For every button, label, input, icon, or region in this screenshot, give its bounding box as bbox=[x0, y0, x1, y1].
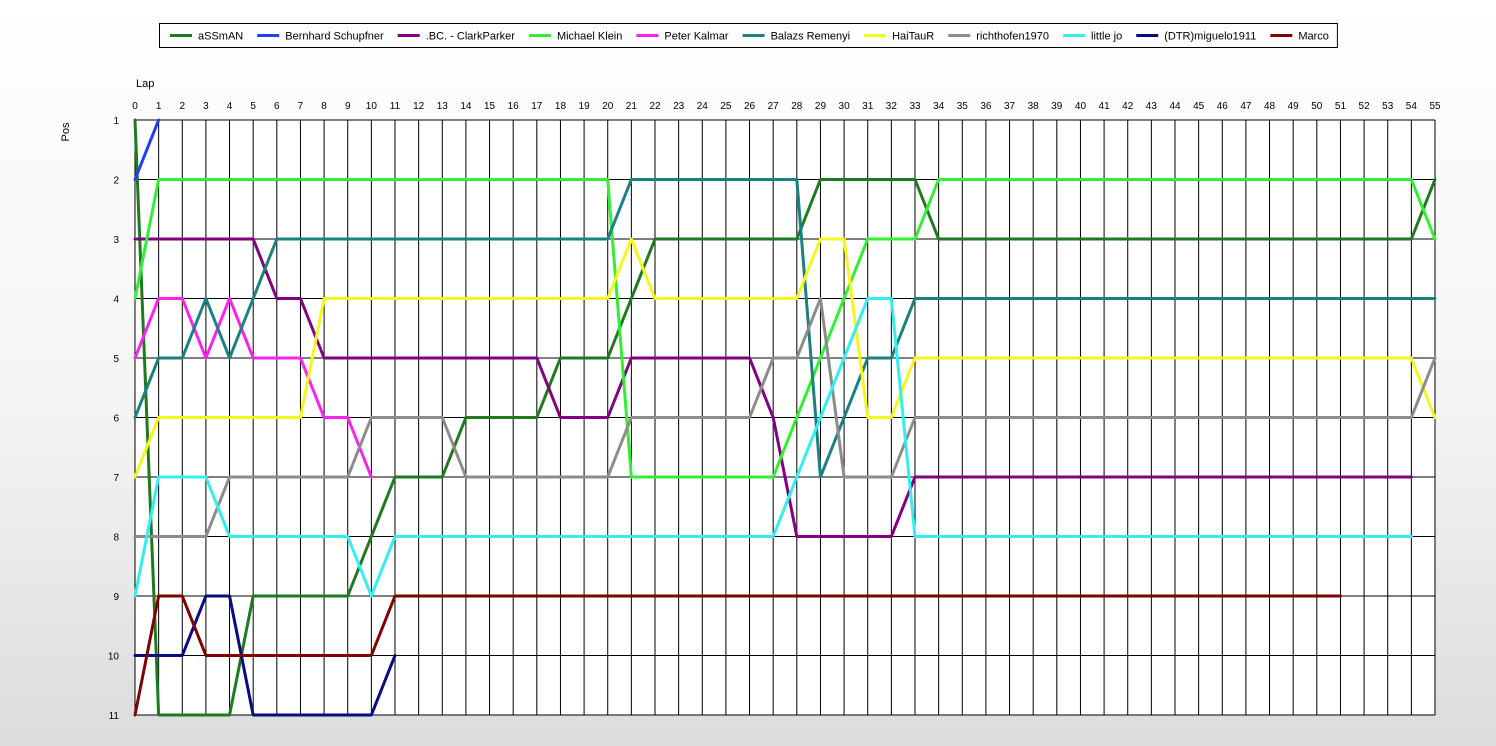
x-tick-label: 1 bbox=[156, 101, 162, 112]
legend-label: Bernhard Schupfner bbox=[285, 31, 384, 43]
x-tick-label: 26 bbox=[744, 101, 756, 112]
x-tick-label: 8 bbox=[321, 101, 327, 112]
x-tick-label: 13 bbox=[437, 101, 449, 112]
x-tick-label: 50 bbox=[1311, 101, 1323, 112]
x-tick-label: 42 bbox=[1122, 101, 1134, 112]
x-tick-label: 25 bbox=[720, 101, 732, 112]
x-tick-label: 38 bbox=[1028, 101, 1040, 112]
x-tick-label: 15 bbox=[484, 101, 496, 112]
x-tick-label: 46 bbox=[1217, 101, 1229, 112]
x-tick-label: 12 bbox=[413, 101, 425, 112]
x-tick-label: 11 bbox=[390, 101, 401, 112]
x-tick-label: 19 bbox=[579, 101, 591, 112]
x-tick-label: 43 bbox=[1146, 101, 1158, 112]
x-axis-title: Lap bbox=[136, 78, 154, 90]
y-tick-label: 6 bbox=[113, 414, 119, 425]
x-tick-label: 18 bbox=[555, 101, 567, 112]
x-tick-label: 20 bbox=[602, 101, 614, 112]
x-tick-label: 39 bbox=[1051, 101, 1063, 112]
x-tick-label: 49 bbox=[1288, 101, 1300, 112]
x-tick-label: 17 bbox=[531, 101, 543, 112]
x-tick-label: 14 bbox=[460, 101, 472, 112]
x-tick-label: 44 bbox=[1169, 101, 1181, 112]
x-tick-label: 3 bbox=[203, 101, 209, 112]
x-tick-label: 53 bbox=[1382, 101, 1394, 112]
x-tick-label: 21 bbox=[626, 101, 638, 112]
x-tick-label: 41 bbox=[1099, 101, 1111, 112]
y-tick-label: 1 bbox=[113, 116, 119, 127]
x-tick-label: 0 bbox=[132, 101, 138, 112]
y-tick-label: 8 bbox=[113, 533, 119, 544]
x-tick-label: 36 bbox=[980, 101, 992, 112]
x-tick-label: 24 bbox=[697, 101, 709, 112]
legend-label: little jo bbox=[1091, 31, 1122, 43]
x-tick-label: 40 bbox=[1075, 101, 1087, 112]
x-tick-label: 34 bbox=[933, 101, 945, 112]
x-tick-label: 54 bbox=[1406, 101, 1418, 112]
x-tick-label: 33 bbox=[909, 101, 921, 112]
x-tick-label: 9 bbox=[345, 101, 351, 112]
legend-label: Peter Kalmar bbox=[664, 31, 729, 43]
x-tick-label: 35 bbox=[957, 101, 969, 112]
chart-svg: aSSmAN Bernhard Schupfner .BC. - ClarkPark… bbox=[60, 23, 1441, 722]
y-axis-title: Pos bbox=[60, 122, 72, 141]
x-tick-label: 2 bbox=[179, 101, 185, 112]
y-tick-label: 9 bbox=[113, 592, 119, 603]
x-tick-label: 45 bbox=[1193, 101, 1205, 112]
y-tick-label: 5 bbox=[113, 354, 119, 365]
x-tick-label: 27 bbox=[768, 101, 780, 112]
x-tick-label: 37 bbox=[1004, 101, 1016, 112]
legend-label: (DTR)miguelo1911 bbox=[1164, 31, 1256, 43]
y-tick-label: 7 bbox=[113, 473, 119, 484]
y-tick-label: 2 bbox=[113, 176, 119, 187]
y-tick-label: 10 bbox=[108, 652, 120, 663]
legend-label: Michael Klein bbox=[557, 31, 622, 43]
x-tick-label: 23 bbox=[673, 101, 685, 112]
x-tick-label: 5 bbox=[250, 101, 256, 112]
x-tick-label: 29 bbox=[815, 101, 827, 112]
x-tick-label: 55 bbox=[1429, 101, 1441, 112]
x-tick-label: 48 bbox=[1264, 101, 1276, 112]
legend-label: Balazs Remenyi bbox=[771, 31, 850, 43]
legend: aSSmAN Bernhard Schupfner .BC. - ClarkPark… bbox=[159, 23, 1338, 48]
x-tick-label: 16 bbox=[508, 101, 520, 112]
position-chart: aSSmAN Bernhard Schupfner .BC. - ClarkPark… bbox=[0, 0, 1496, 746]
y-tick-label: 3 bbox=[113, 235, 119, 246]
x-tick-label: 22 bbox=[649, 101, 661, 112]
x-tick-label: 6 bbox=[274, 101, 280, 112]
legend-label: Marco bbox=[1298, 31, 1329, 43]
legend-label: HaiTauR bbox=[892, 31, 934, 43]
x-tick-label: 31 bbox=[862, 101, 874, 112]
x-tick-label: 51 bbox=[1335, 101, 1347, 112]
x-tick-label: 28 bbox=[791, 101, 803, 112]
x-tick-label: 4 bbox=[227, 101, 233, 112]
x-tick-label: 7 bbox=[298, 101, 304, 112]
x-tick-label: 30 bbox=[839, 101, 851, 112]
legend-label: .BC. - ClarkParker bbox=[426, 31, 516, 43]
x-tick-label: 32 bbox=[886, 101, 898, 112]
y-tick-label: 11 bbox=[109, 711, 120, 722]
x-tick-label: 47 bbox=[1240, 101, 1252, 112]
y-tick-label: 4 bbox=[113, 295, 119, 306]
x-tick-label: 52 bbox=[1359, 101, 1371, 112]
legend-label: richthofen1970 bbox=[976, 31, 1049, 43]
x-tick-label: 10 bbox=[366, 101, 378, 112]
legend-label: aSSmAN bbox=[198, 31, 243, 43]
